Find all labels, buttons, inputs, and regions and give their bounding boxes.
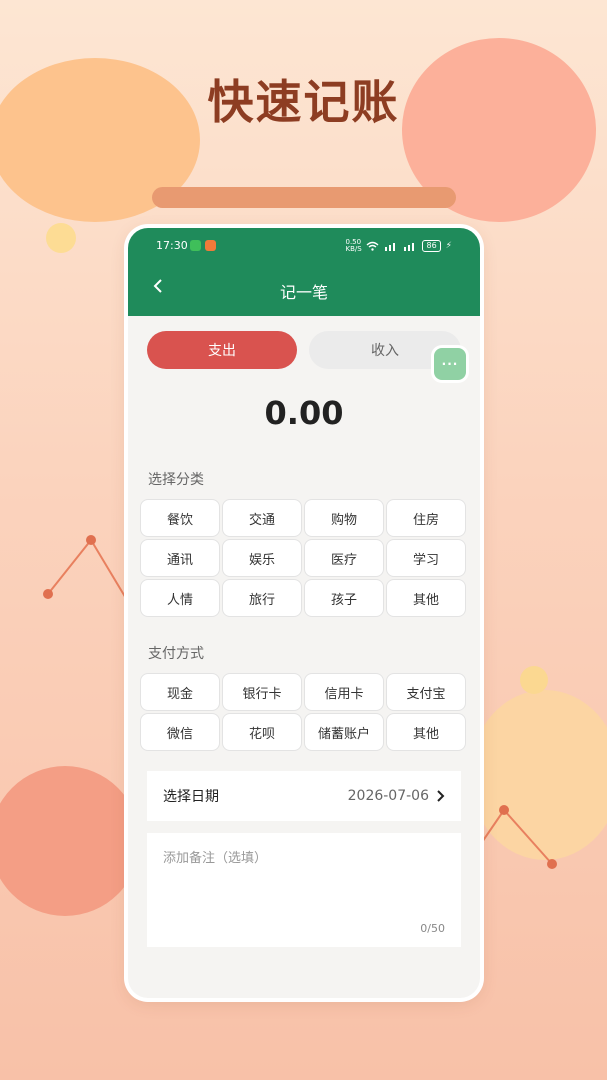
nav-title: 记一笔 (279, 283, 328, 302)
network-speed: 0.50 KB/S (345, 238, 362, 253)
category-option[interactable]: 人情 (140, 579, 220, 617)
date-selector[interactable]: 选择日期 2026-07-06 (147, 771, 461, 821)
payment-option[interactable]: 微信 (140, 713, 220, 751)
date-value-wrap: 2026-07-06 (348, 788, 445, 804)
category-option[interactable]: 交通 (222, 499, 302, 537)
amount-display[interactable]: 0.00 (128, 394, 480, 432)
category-option[interactable]: 通讯 (140, 539, 220, 577)
app-header: 17:30 0.50 KB/S 86 ⚡ 记一笔 (128, 228, 480, 316)
category-option[interactable]: 学习 (386, 539, 466, 577)
date-value: 2026-07-06 (347, 788, 429, 804)
battery-indicator: 86 (422, 240, 441, 252)
note-placeholder: 添加备注（选填） (163, 851, 268, 866)
wifi-icon (367, 241, 379, 251)
promo-title: 快速记账 (207, 75, 400, 129)
category-option[interactable]: 孩子 (304, 579, 384, 617)
phone-screen: 17:30 0.50 KB/S 86 ⚡ 记一笔 支出 收入 ··· 0.00 … (128, 228, 480, 998)
payment-option[interactable]: 花呗 (222, 713, 302, 751)
status-notification-icons (190, 240, 216, 251)
signal-icon-2 (404, 243, 415, 251)
chevron-right-icon (437, 790, 445, 802)
message-app-icon (190, 240, 201, 251)
category-option[interactable]: 旅行 (222, 579, 302, 617)
category-option[interactable]: 其他 (386, 579, 466, 617)
payment-label: 支付方式 (148, 646, 204, 662)
more-menu-button[interactable]: ··· (434, 348, 466, 380)
category-option[interactable]: 医疗 (304, 539, 384, 577)
expense-tab[interactable]: 支出 (147, 331, 297, 369)
charging-icon: ⚡ (445, 241, 452, 251)
payment-option[interactable]: 支付宝 (386, 673, 466, 711)
payment-grid: 现金 银行卡 信用卡 支付宝微信 花呗 储蓄账户 其他 (140, 673, 467, 751)
category-label: 选择分类 (148, 472, 204, 488)
payment-option[interactable]: 其他 (386, 713, 466, 751)
signal-icon (385, 243, 396, 251)
category-option[interactable]: 餐饮 (140, 499, 220, 537)
note-input[interactable]: 添加备注（选填） 0/50 (147, 833, 461, 947)
category-option[interactable]: 购物 (304, 499, 384, 537)
category-grid: 餐饮 交通 购物 住房通讯 娱乐 医疗 学习人情 旅行 孩子 其他 (140, 499, 467, 617)
shopping-app-icon (205, 240, 216, 251)
payment-option[interactable]: 储蓄账户 (304, 713, 384, 751)
category-option[interactable]: 娱乐 (222, 539, 302, 577)
decor-bar (152, 187, 456, 208)
status-time: 17:30 (156, 239, 188, 252)
payment-option[interactable]: 信用卡 (304, 673, 384, 711)
category-option[interactable]: 住房 (386, 499, 466, 537)
status-indicators: 0.50 KB/S 86 ⚡ (345, 239, 452, 253)
status-bar: 17:30 0.50 KB/S 86 ⚡ (156, 239, 452, 255)
note-counter: 0/50 (420, 922, 445, 935)
date-label: 选择日期 (163, 789, 219, 805)
type-toggle: 支出 收入 (147, 331, 461, 369)
payment-option[interactable]: 现金 (140, 673, 220, 711)
payment-option[interactable]: 银行卡 (222, 673, 302, 711)
